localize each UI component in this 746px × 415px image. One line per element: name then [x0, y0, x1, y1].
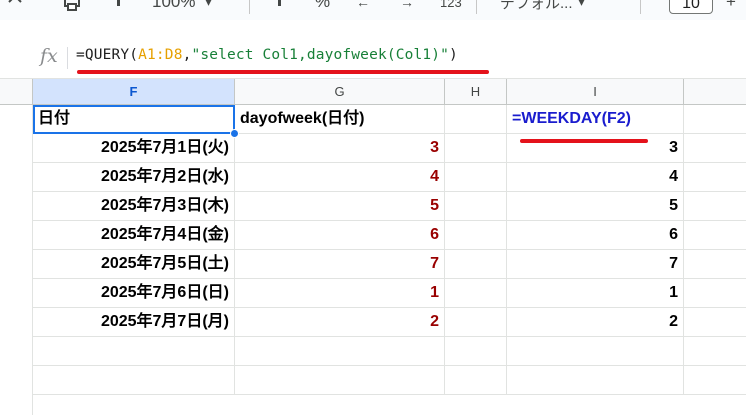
cell-empty[interactable] — [445, 192, 507, 221]
formula-function: =QUERY( — [76, 47, 139, 63]
cell-j1[interactable] — [684, 105, 746, 134]
cell-date[interactable]: 2025年7月3日(木) — [33, 192, 235, 221]
cell-empty[interactable] — [684, 308, 746, 337]
column-header-i[interactable]: I — [507, 79, 684, 105]
cell-date[interactable]: 2025年7月7日(月) — [33, 308, 235, 337]
percent-label: % — [315, 0, 331, 11]
cell-weekday[interactable]: 2 — [507, 308, 684, 337]
row-header-strip[interactable] — [0, 105, 33, 415]
column-header-g[interactable]: G — [235, 79, 445, 105]
cell-dayofweek[interactable]: 4 — [235, 163, 445, 192]
cell-empty[interactable] — [33, 366, 235, 395]
column-header-h[interactable]: H — [445, 79, 507, 105]
cell-empty[interactable] — [445, 308, 507, 337]
formula-range-ref: A1:D8 — [138, 47, 183, 63]
toolbar-divider — [640, 0, 641, 14]
decrease-decimal-button[interactable]: ← — [356, 0, 370, 13]
cell-weekday[interactable]: 4 — [507, 163, 684, 192]
cell-empty[interactable] — [235, 337, 445, 366]
cell-h1[interactable] — [445, 105, 507, 134]
fx-icon: fx — [40, 45, 58, 67]
toolbar-divider — [476, 0, 477, 14]
cell-empty[interactable] — [235, 366, 445, 395]
cell-date[interactable]: 2025年7月6日(日) — [33, 279, 235, 308]
cell-dayofweek[interactable]: 7 — [235, 250, 445, 279]
increase-font-size-button[interactable]: + — [726, 0, 736, 13]
zoom-value: 100% — [152, 0, 196, 11]
increase-decimal-button[interactable]: → — [400, 0, 414, 13]
number-format-label: 123 — [440, 0, 462, 10]
cell-empty[interactable] — [684, 163, 746, 192]
cell-weekday[interactable]: 3 — [507, 134, 684, 163]
font-family-select[interactable]: デフォル... ▾ — [500, 0, 585, 13]
toolbar-divider — [249, 0, 250, 14]
cell-dayofweek[interactable]: 1 — [235, 279, 445, 308]
print-icon[interactable] — [62, 0, 82, 13]
formula-highlight-underline — [77, 70, 489, 74]
cell-empty[interactable] — [445, 279, 507, 308]
formula-close-paren: ) — [448, 47, 458, 63]
zoom-select[interactable]: 100% ▾ — [152, 0, 212, 13]
cell-dayofweek[interactable]: 6 — [235, 221, 445, 250]
cell-weekday[interactable]: 7 — [507, 250, 684, 279]
paint-format-icon[interactable] — [114, 0, 124, 13]
cell-date[interactable]: 2025年7月4日(金) — [33, 221, 235, 250]
select-all-corner[interactable] — [0, 79, 33, 105]
cell-empty[interactable] — [445, 250, 507, 279]
cell-dayofweek[interactable]: 5 — [235, 192, 445, 221]
cell-date[interactable]: 2025年7月2日(水) — [33, 163, 235, 192]
cell-empty[interactable] — [684, 221, 746, 250]
percent-button[interactable]: % — [315, 0, 330, 13]
cell-date[interactable]: 2025年7月1日(火) — [33, 134, 235, 163]
cell-empty[interactable] — [507, 366, 684, 395]
cell-weekday[interactable]: 5 — [507, 192, 684, 221]
cell-empty[interactable] — [445, 163, 507, 192]
cell-dayofweek[interactable]: 3 — [235, 134, 445, 163]
font-family-value: デフォル... — [500, 0, 573, 12]
cell-empty[interactable] — [445, 134, 507, 163]
cell-empty[interactable] — [684, 279, 746, 308]
cell-empty[interactable] — [684, 366, 746, 395]
cell-f1[interactable]: 日付 — [33, 105, 235, 134]
undo-icon[interactable] — [6, 0, 24, 13]
number-format-button[interactable]: 123 — [440, 0, 462, 13]
cell-i1[interactable]: =WEEKDAY(F2) — [507, 105, 684, 134]
plus-icon: + — [726, 0, 736, 11]
cell-empty[interactable] — [445, 221, 507, 250]
cell-empty[interactable] — [445, 337, 507, 366]
cell-empty[interactable] — [684, 337, 746, 366]
chevron-down-icon: ▾ — [578, 0, 585, 9]
formula-query-string: "select Col1,dayofweek(Col1)" — [191, 47, 449, 63]
decrease-decimal-arrow-icon: ← — [356, 0, 370, 10]
column-header-next[interactable] — [684, 79, 746, 105]
cell-date[interactable]: 2025年7月5日(土) — [33, 250, 235, 279]
cell-weekday[interactable]: 1 — [507, 279, 684, 308]
cell-empty[interactable] — [445, 366, 507, 395]
chevron-down-icon: ▾ — [205, 0, 212, 9]
currency-icon[interactable] — [272, 0, 288, 13]
cell-empty[interactable] — [684, 192, 746, 221]
cell-dayofweek[interactable]: 2 — [235, 308, 445, 337]
increase-decimal-arrow-icon: → — [400, 0, 414, 10]
formula-bar-divider — [67, 47, 68, 69]
column-header-f[interactable]: F — [33, 79, 235, 105]
cell-empty[interactable] — [684, 134, 746, 163]
toolbar: 100% ▾ % ← → 123 デフォル... ▾ 10 + — [0, 0, 746, 20]
formula-bar: fx =QUERY(A1:D8,"select Col1,dayofweek(C… — [0, 37, 746, 79]
fill-handle[interactable] — [230, 129, 239, 138]
spreadsheet-grid: F G H I 日付 dayofweek(日付) =WEEKDAY(F2) 20… — [0, 79, 746, 415]
font-size-input[interactable]: 10 — [669, 0, 713, 14]
cell-empty[interactable] — [684, 250, 746, 279]
cell-g1[interactable]: dayofweek(日付) — [235, 105, 445, 134]
cell-empty[interactable] — [507, 337, 684, 366]
formula-input[interactable]: =QUERY(A1:D8,"select Col1,dayofweek(Col1… — [76, 47, 458, 63]
cell-weekday[interactable]: 6 — [507, 221, 684, 250]
cell-empty[interactable] — [33, 337, 235, 366]
